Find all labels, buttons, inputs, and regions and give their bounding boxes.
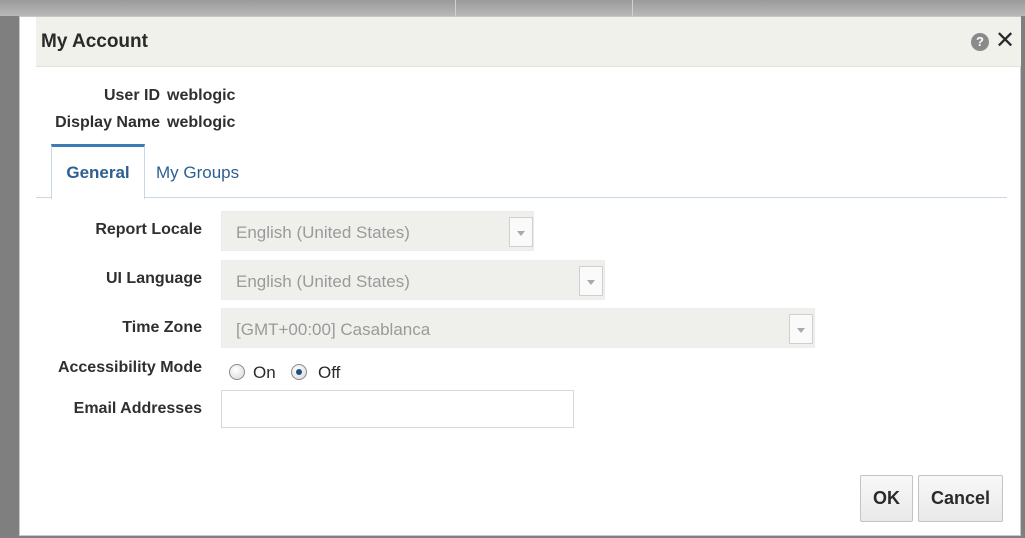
chevron-down-icon[interactable] (509, 217, 533, 247)
time-zone-label: Time Zone (122, 319, 202, 336)
user-id-row: User ID weblogic (20, 87, 320, 107)
ok-button[interactable]: OK (860, 475, 913, 522)
chevron-down-icon[interactable] (579, 266, 603, 296)
user-id-label: User ID (103, 87, 160, 104)
accessibility-off-radio[interactable] (291, 364, 307, 380)
cancel-button[interactable]: Cancel (918, 475, 1003, 522)
report-locale-select[interactable]: English (United States) (221, 211, 534, 251)
report-locale-value: English (United States) (236, 223, 410, 242)
display-name-value: weblogic (167, 114, 236, 131)
ui-language-select[interactable]: English (United States) (221, 260, 605, 300)
help-icon[interactable]: ? (971, 33, 989, 51)
ui-language-value: English (United States) (236, 272, 410, 291)
dialog-title: My Account (41, 31, 148, 52)
accessibility-off-label[interactable]: Off (318, 363, 340, 383)
display-name-label: Display Name (55, 114, 160, 131)
accessibility-on-radio[interactable] (229, 364, 245, 380)
user-id-value: weblogic (167, 87, 236, 104)
ui-language-label: UI Language (105, 270, 202, 287)
my-account-dialog: My Account ? ✕ User ID weblogic Display … (19, 16, 1021, 536)
time-zone-value: [GMT+00:00] Casablanca (236, 320, 431, 339)
close-icon[interactable]: ✕ (994, 27, 1016, 55)
email-addresses-label: Email Addresses (73, 400, 202, 417)
chevron-down-icon[interactable] (789, 314, 813, 344)
tab-general[interactable]: General (51, 144, 145, 199)
background-divider (455, 0, 456, 16)
dialog-titlebar: My Account ? ✕ (36, 17, 1021, 67)
display-name-row: Display Name weblogic (20, 114, 320, 134)
report-locale-label: Report Locale (95, 221, 202, 238)
background-window-strip (0, 0, 1025, 16)
email-field[interactable] (221, 390, 574, 428)
background-divider (632, 0, 633, 16)
tab-strip-border (36, 197, 1007, 198)
time-zone-select[interactable]: [GMT+00:00] Casablanca (221, 308, 815, 348)
tab-my-groups[interactable]: My Groups (156, 144, 239, 196)
accessibility-mode-label: Accessibility Mode (57, 359, 202, 376)
accessibility-on-label[interactable]: On (253, 363, 276, 383)
